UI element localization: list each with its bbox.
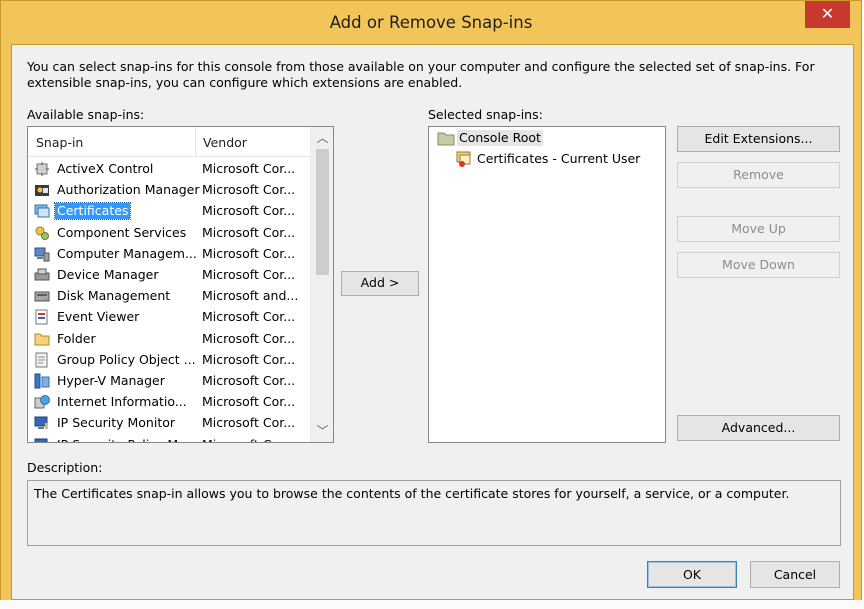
snapin-vendor: Microsoft Cor... [202, 415, 296, 431]
vertical-scrollbar[interactable]: ︿ ﹀ [310, 127, 333, 442]
snapin-name: Folder [57, 330, 96, 346]
list-item[interactable]: Event Viewer Microsoft Cor... [28, 306, 310, 327]
close-icon: ✕ [820, 4, 835, 23]
list-item[interactable]: Component Services Microsoft Cor... [28, 222, 310, 243]
snapin-vendor: Microsoft Cor... [202, 330, 296, 346]
snapin-name: Disk Management [57, 288, 171, 304]
title-bar[interactable]: Add or Remove Snap-ins ✕ [1, 1, 861, 45]
available-snapins-list[interactable]: Snap-in Vendor ActiveX Control Microsoft … [27, 126, 334, 443]
dialog-window: Add or Remove Snap-ins ✕ You can select … [0, 0, 862, 607]
move-up-button[interactable]: Move Up [677, 216, 840, 242]
snapin-vendor: Microsoft Cor... [202, 161, 296, 176]
disk-management-icon [34, 291, 50, 302]
snapin-vendor: Microsoft Cor... [202, 224, 296, 240]
snapin-vendor: Microsoft Cor... [202, 203, 296, 219]
ip-security-icon [34, 416, 48, 430]
edit-extensions-button[interactable]: Edit Extensions... [677, 126, 840, 152]
event-viewer-icon [35, 309, 48, 325]
snapin-name: Hyper-V Manager [57, 373, 165, 388]
snapin-vendor: Microsoft Cor... [202, 351, 296, 367]
scroll-thumb[interactable] [316, 149, 329, 275]
selected-snapins-tree[interactable]: Console Root Certificates - Current User [428, 126, 666, 443]
selected-snapins-label: Selected snap-ins: [428, 107, 543, 122]
move-down-button[interactable]: Move Down [677, 252, 840, 278]
add-button[interactable]: Add > [341, 271, 419, 296]
snapin-vendor: Microsoft Cor... [202, 394, 296, 410]
snapin-vendor: Microsoft Cor... [202, 373, 296, 388]
close-button[interactable]: ✕ [805, 1, 850, 28]
device-manager-icon [34, 268, 50, 281]
list-item[interactable]: IP Security Policy M... Microsoft Cor... [28, 434, 310, 442]
scroll-up-icon[interactable]: ︿ [311, 127, 333, 149]
snapin-name: Device Manager [57, 267, 159, 282]
ip-security-policy-icon [34, 438, 48, 442]
snapin-name: Component Services [57, 224, 187, 240]
snapin-name: Internet Informatio... [57, 394, 187, 410]
tree-node-console-root[interactable]: Console Root [435, 130, 555, 148]
snapin-name: IP Security Policy M... [55, 437, 192, 442]
snapin-name: Event Viewer [57, 309, 140, 325]
snapin-vendor: Microsoft Cor... [202, 437, 295, 442]
folder-icon [34, 333, 50, 346]
iis-icon [34, 395, 50, 409]
remove-button[interactable]: Remove [677, 162, 840, 188]
list-item[interactable]: ActiveX Control Microsoft Cor... [28, 158, 310, 179]
snapin-name: IP Security Monitor [57, 415, 176, 431]
snapin-vendor: Microsoft Cor... [202, 267, 296, 282]
list-item[interactable]: Certificates Microsoft Cor... [28, 200, 310, 221]
list-item[interactable]: Folder Microsoft Cor... [28, 328, 310, 349]
advanced-button[interactable]: Advanced... [677, 415, 840, 441]
snapin-name: Certificates [53, 202, 132, 221]
description-text: The Certificates snap-in allows you to b… [34, 486, 790, 501]
cancel-button[interactable]: Cancel [750, 561, 840, 588]
snapin-vendor: Microsoft Cor... [202, 309, 296, 325]
tree-node-label: Console Root [457, 130, 543, 146]
list-header: Snap-in Vendor [28, 127, 310, 157]
intro-text: You can select snap-ins for this console… [27, 59, 815, 90]
list-item[interactable]: Device Manager Microsoft Cor... [28, 264, 310, 285]
hyper-v-icon [34, 373, 50, 389]
list-item[interactable]: Computer Managem... Microsoft Cor... [28, 243, 310, 264]
folder-icon [437, 132, 455, 146]
computer-management-icon [34, 247, 50, 262]
description-box: The Certificates snap-in allows you to b… [27, 480, 841, 546]
list-item[interactable]: Hyper-V Manager Microsoft Cor... [28, 370, 310, 391]
certificates-icon [456, 151, 471, 167]
column-divider[interactable] [195, 127, 196, 157]
snapin-name: Authorization Manager [57, 182, 200, 198]
snapin-vendor: Microsoft and... [202, 288, 299, 304]
activex-icon [35, 162, 49, 176]
list-item[interactable]: Disk Management Microsoft and... [28, 285, 310, 306]
snapin-name: Group Policy Object ... [57, 351, 196, 367]
snapin-vendor: Microsoft Cor... [202, 245, 296, 261]
component-services-icon [35, 226, 49, 240]
certificates-icon [34, 204, 50, 218]
snapin-name: Computer Managem... [57, 245, 197, 261]
column-header-vendor[interactable]: Vendor [203, 135, 247, 150]
authorization-icon [35, 185, 49, 197]
column-header-snapin[interactable]: Snap-in [36, 135, 83, 150]
tree-node-label: Certificates - Current User [477, 151, 641, 166]
available-snapins-label: Available snap-ins: [27, 107, 145, 122]
list-item[interactable]: Group Policy Object ... Microsoft Cor... [28, 349, 310, 370]
list-item[interactable]: IP Security Monitor Microsoft Cor... [28, 412, 310, 433]
dialog-body: You can select snap-ins for this console… [11, 44, 854, 600]
window-title: Add or Remove Snap-ins [329, 13, 533, 32]
snapin-name: ActiveX Control [57, 161, 154, 176]
description-label: Description: [27, 460, 103, 475]
list-item[interactable]: Internet Informatio... Microsoft Cor... [28, 391, 310, 412]
group-policy-icon [35, 352, 48, 368]
scroll-down-icon[interactable]: ﹀ [311, 420, 333, 442]
background-strip [0, 600, 864, 609]
ok-button[interactable]: OK [647, 561, 737, 588]
tree-node-certificates[interactable]: Certificates - Current User [455, 151, 655, 169]
snapin-vendor: Microsoft Cor... [202, 182, 296, 198]
list-item[interactable]: Authorization Manager Microsoft Cor... [28, 179, 310, 200]
